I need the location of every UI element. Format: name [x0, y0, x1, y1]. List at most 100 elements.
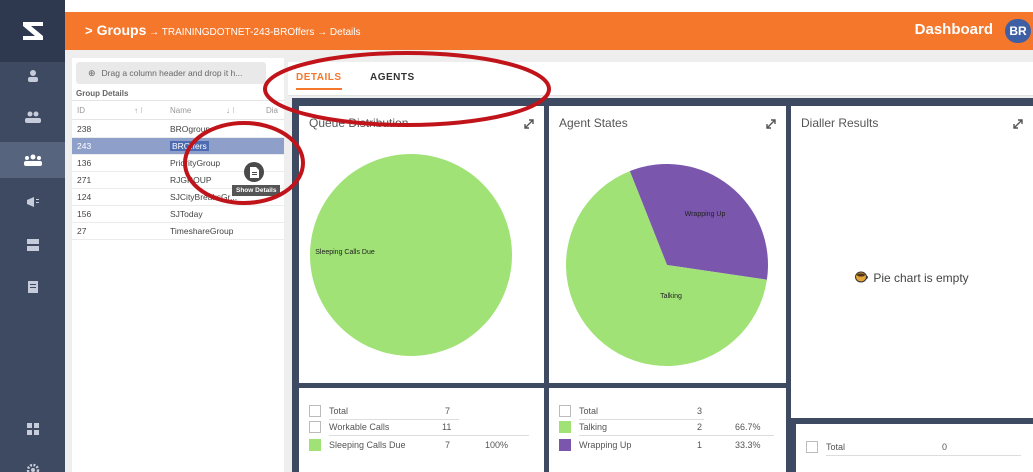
table-row[interactable]: 243 BROffers — [72, 138, 284, 155]
row-id: 27 — [77, 226, 87, 236]
row-name: SJToday — [170, 209, 203, 219]
expand-icon[interactable] — [766, 116, 776, 134]
grid-icon[interactable] — [0, 411, 65, 447]
legend-swatch-sleeping[interactable] — [309, 439, 321, 451]
row-id: 243 — [77, 141, 92, 151]
sort-icon[interactable]: ↑ ⁝ — [134, 106, 143, 115]
pie-slice-label: Sleeping Calls Due — [315, 249, 375, 256]
legend-checkbox[interactable] — [559, 405, 571, 417]
stat-label: Wrapping Up — [579, 440, 632, 450]
legend-swatch-talking[interactable] — [559, 421, 571, 433]
document-icon[interactable] — [0, 269, 65, 305]
divider — [579, 419, 704, 420]
stat-label: Sleeping Calls Due — [329, 440, 406, 450]
empty-chart-message: Pie chart is empty — [791, 271, 1033, 286]
stat-label: Talking — [579, 422, 608, 432]
dialler-results-title: Dialler Results — [801, 116, 879, 130]
expand-icon[interactable] — [1013, 116, 1023, 134]
agent-stats-card: Total 3 Talking 2 66.7% Wrapping Up 1 33… — [549, 388, 786, 472]
row-name: RJGROUP — [170, 175, 212, 185]
list-icon[interactable] — [0, 227, 65, 263]
pie-slice-label: Talking — [660, 293, 682, 300]
stat-value: 0 — [942, 442, 948, 452]
divider — [329, 435, 529, 436]
coffee-icon — [855, 271, 869, 286]
dialler-stats-card: Total 0 — [796, 424, 1033, 472]
dashboard-board: Sleeping Calls Due Queue Distribution Wr… — [292, 98, 1033, 472]
group-drop-zone[interactable]: ⊕ Drag a column header and drop it h... — [76, 62, 266, 84]
expand-icon[interactable] — [524, 116, 534, 134]
breadcrumb: > Groups → TRAININGDOTNET-243-BROffers → … — [85, 22, 361, 38]
empty-chart-text: Pie chart is empty — [873, 271, 969, 285]
legend-checkbox[interactable] — [309, 421, 321, 433]
divider — [826, 455, 1021, 456]
detail-tabs: DETAILS AGENTS — [288, 62, 1033, 96]
row-id: 156 — [77, 209, 92, 219]
column-name[interactable]: Name — [170, 106, 191, 115]
group-icon: ⊕ — [88, 67, 96, 78]
sort-icon[interactable]: ↓ ⁝ — [226, 106, 235, 115]
row-name: TimeshareGroup — [170, 226, 234, 236]
agent-states-title: Agent States — [559, 116, 628, 130]
pie-slice-label: Wrapping Up — [685, 211, 726, 218]
stat-label: Total — [329, 406, 349, 416]
stat-value: 1 — [697, 440, 703, 450]
dialler-results-card: Dialler Results Pie chart is empty — [791, 106, 1033, 418]
table-row[interactable]: 238 BROgroup — [72, 121, 284, 138]
agent-states-chart: Wrapping Up Talking — [566, 164, 768, 366]
megaphone-icon[interactable] — [0, 184, 65, 220]
row-id: 271 — [77, 175, 92, 185]
divider — [329, 419, 459, 420]
content-area: ⊕ Drag a column header and drop it h... … — [65, 50, 1033, 472]
show-details-button[interactable] — [244, 162, 264, 182]
grid-title: Group Details — [76, 89, 129, 98]
stat-label: Workable Calls — [329, 422, 390, 432]
row-name: BROgroup — [170, 124, 211, 134]
logo-icon[interactable] — [0, 0, 65, 62]
stat-value: 7 — [445, 406, 451, 416]
breadcrumb-groups[interactable]: Groups — [97, 22, 147, 38]
show-details-tooltip: Show Details — [232, 185, 281, 196]
sidebar — [0, 0, 65, 472]
stat-value: 3 — [697, 406, 703, 416]
agent-states-card: Wrapping Up Talking Agent States — [549, 106, 786, 383]
row-id: 124 — [77, 192, 92, 202]
stat-value: 7 — [445, 440, 451, 450]
queue-distribution-card: Sleeping Calls Due Queue Distribution — [299, 106, 544, 383]
stat-value: 2 — [697, 422, 703, 432]
header-bar: > Groups → TRAININGDOTNET-243-BROffers → … — [65, 12, 1033, 50]
stat-label: Total — [579, 406, 599, 416]
column-dialler[interactable]: Dia — [266, 106, 278, 115]
table-row[interactable]: 27 TimeshareGroup — [72, 223, 284, 240]
settings-icon[interactable] — [0, 452, 65, 472]
legend-checkbox[interactable] — [309, 405, 321, 417]
queue-stats-card: Total 7 Workable Calls 11 Sleeping Calls… — [299, 388, 544, 472]
row-id: 136 — [77, 158, 92, 168]
dashboard-link[interactable]: Dashboard — [915, 21, 993, 38]
row-name: BROffers — [170, 141, 209, 151]
legend-checkbox[interactable] — [806, 441, 818, 453]
row-id: 238 — [77, 124, 92, 134]
grid-header: ID ↑ ⁝ Name ↓ ⁝ Dia — [72, 100, 284, 120]
tab-agents[interactable]: AGENTS — [370, 72, 415, 83]
row-name: SJCityBreaksGr... — [170, 192, 238, 202]
table-row[interactable]: 156 SJToday — [72, 206, 284, 223]
stat-percent: 100% — [485, 440, 509, 450]
queue-distribution-chart: Sleeping Calls Due — [310, 154, 512, 356]
tab-details[interactable]: DETAILS — [296, 72, 342, 90]
legend-swatch-wrapping[interactable] — [559, 439, 571, 451]
stat-label: Total — [826, 442, 846, 452]
group-grid: ⊕ Drag a column header and drop it h... … — [72, 58, 284, 472]
stat-percent: 66.7% — [735, 422, 761, 432]
divider — [579, 435, 774, 436]
drag-hint: Drag a column header and drop it h... — [101, 68, 243, 78]
stat-percent: 33.3% — [735, 440, 761, 450]
user-icon[interactable] — [0, 58, 65, 94]
column-id[interactable]: ID — [77, 106, 85, 115]
avatar[interactable]: BR — [1005, 19, 1031, 43]
users-icon[interactable] — [0, 99, 65, 135]
queue-distribution-title: Queue Distribution — [309, 116, 409, 130]
row-name: PriorityGroup — [170, 158, 221, 168]
groups-icon[interactable] — [0, 142, 65, 178]
breadcrumb-path[interactable]: → TRAININGDOTNET-243-BROffers → Details — [149, 27, 360, 38]
